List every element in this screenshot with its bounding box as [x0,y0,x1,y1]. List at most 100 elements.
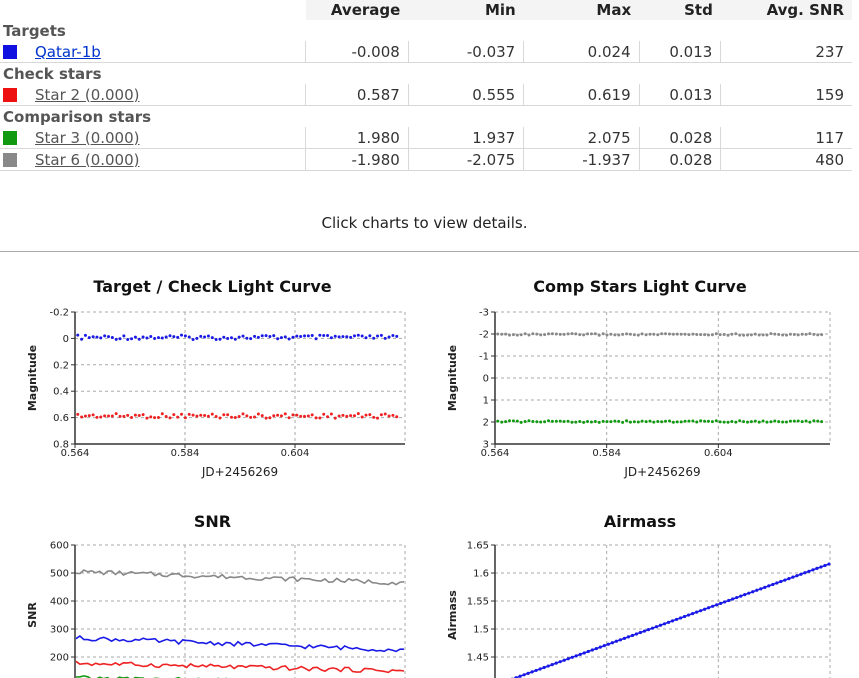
data-point [578,652,582,656]
data-point [507,333,511,337]
data-point [333,416,337,420]
star-link-star-6[interactable]: Star 6 (0.000) [35,151,140,169]
data-point [730,332,734,336]
data-point [191,337,195,341]
star-link-star-3[interactable]: Star 3 (0.000) [35,129,140,147]
data-point [715,603,719,607]
data-point [714,419,718,423]
data-point [613,333,617,337]
data-point [749,420,753,424]
section-divider [0,251,859,252]
data-point [145,416,149,420]
data-point [326,415,330,419]
snr-chart[interactable]: SNR100200300400500600SNR [20,507,415,678]
data-point [137,414,141,418]
data-point [792,333,796,337]
data-point [775,581,779,585]
data-point [368,413,372,417]
data-point [515,333,519,337]
data-point [364,413,368,417]
data-point [364,336,368,340]
data-point [153,336,157,340]
data-point [807,569,811,573]
data-point [515,419,519,423]
data-point [582,420,586,424]
data-point [160,336,164,340]
data-point [237,415,241,419]
data-point [804,332,808,336]
data-point [126,338,130,342]
data-point [87,336,91,340]
data-point [310,413,314,417]
y-tick-label: 1 [483,396,489,407]
y-axis-label: SNR [26,602,39,628]
data-point [695,610,699,614]
data-point [345,335,349,339]
data-point [149,415,153,419]
data-point [703,333,707,337]
table-row: Star 3 (0.000) 1.980 1.937 2.075 0.028 1… [0,127,852,149]
data-point [804,419,808,423]
data-point [589,420,593,424]
data-point [781,420,785,424]
target-check-light-curve-chart[interactable]: Target / Check Light Curve -0.2 0 0.2 0.4 0.6… [20,272,415,487]
comp-stars-light-curve-chart[interactable]: Comp Stars Light Curve-3-2-101230.564 0.5… [440,272,850,487]
data-point [176,415,180,419]
data-point [126,413,130,417]
data-point [590,648,594,652]
y-tick-label: 1.6 [473,569,489,580]
data-point [542,665,546,670]
data-point [391,334,395,338]
data-point [664,419,668,423]
data-point [550,419,554,423]
data-point [808,420,812,424]
data-point [233,416,237,420]
data-point [256,335,260,339]
data-point [597,420,601,424]
data-point [133,413,137,417]
data-point [233,337,237,341]
data-point [781,333,785,337]
data-point [395,415,399,419]
data-point [598,645,602,649]
data-point [272,334,276,338]
data-point [218,337,222,341]
data-point [747,591,751,595]
data-point [800,332,804,336]
airmass-chart[interactable]: Airmass1.41.451.51.551.61.65Airmass [440,507,850,678]
data-point [699,333,703,337]
data-point [601,332,605,336]
data-point [679,332,683,336]
data-point [625,419,629,423]
data-point [376,416,380,420]
data-point [130,416,134,420]
data-point [558,419,562,423]
data-point [496,419,500,423]
data-point [743,593,747,597]
data-point [539,420,543,424]
data-point [183,334,187,338]
star-link-star-2[interactable]: Star 2 (0.000) [35,86,140,104]
data-point [168,334,172,338]
data-point [777,332,781,336]
data-point [566,332,570,336]
y-tick-label: -0.2 [49,308,69,319]
data-point [636,420,640,424]
data-point [99,336,103,340]
data-point [566,657,570,661]
data-point [260,414,264,418]
data-point [630,633,635,638]
star-link-qatar-1b[interactable]: Qatar-1b [35,43,101,61]
y-tick-label: 0.4 [53,387,69,398]
data-point [299,414,303,418]
data-point [249,337,253,341]
data-point [526,671,530,675]
data-point [562,658,566,662]
data-point [535,420,539,424]
data-point [206,334,210,338]
x-tick-label: 0.604 [704,448,733,459]
series-line [75,569,405,586]
y-tick-label: -2 [479,330,489,341]
data-point [811,568,815,572]
data-point [621,332,625,336]
